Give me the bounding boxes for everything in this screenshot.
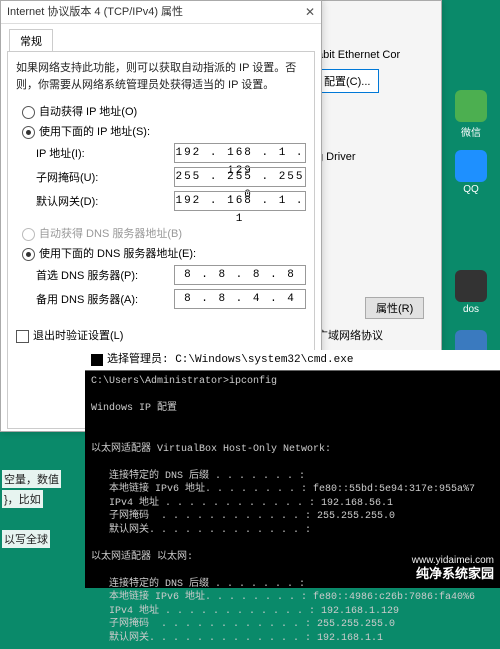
- cmd-titlebar: 选择管理员: C:\Windows\system32\cmd.exe: [85, 350, 500, 371]
- radio-use-ip[interactable]: 使用下面的 IP 地址(S):: [22, 123, 306, 139]
- cmd-output[interactable]: C:\Users\Administrator>ipconfig Windows …: [85, 371, 500, 649]
- bg-text: 以写全球: [2, 530, 50, 548]
- radio-icon: [22, 228, 35, 241]
- dns2-label: 备用 DNS 服务器(A):: [36, 291, 174, 307]
- desktop-icon-dos[interactable]: dos: [450, 270, 492, 315]
- radio-icon: [22, 126, 35, 139]
- qq-icon: [455, 150, 487, 182]
- driver-label: g Driver: [315, 147, 437, 167]
- dns1-input[interactable]: 8 . 8 . 8 . 8: [174, 265, 306, 285]
- tab-general[interactable]: 常规: [9, 29, 53, 52]
- checkbox-icon: [16, 330, 29, 343]
- radio-use-dns[interactable]: 使用下面的 DNS 服务器地址(E):: [22, 245, 306, 261]
- dns2-input[interactable]: 8 . 8 . 4 . 4: [174, 289, 306, 309]
- terminal-icon: [91, 354, 103, 366]
- radio-auto-ip[interactable]: 自动获得 IP 地址(O): [22, 103, 306, 119]
- bg-text: }，比如: [2, 490, 43, 508]
- terminal-icon: [455, 270, 487, 302]
- cmd-window: 选择管理员: C:\Windows\system32\cmd.exe C:\Us…: [85, 350, 500, 588]
- gateway-label: 默认网关(D):: [36, 193, 174, 209]
- dialog-title: Internet 协议版本 4 (TCP/IPv4) 属性: [7, 1, 183, 23]
- gateway-input[interactable]: 192 . 168 . 1 . 1: [174, 191, 306, 211]
- configure-button[interactable]: 配置(C)...: [315, 69, 379, 93]
- mask-input[interactable]: 255 . 255 . 255 . 0: [174, 167, 306, 187]
- cmd-title: 选择管理员: C:\Windows\system32\cmd.exe: [107, 350, 353, 370]
- radio-icon: [22, 106, 35, 119]
- validate-checkbox-row[interactable]: 退出时验证设置(L): [16, 327, 306, 343]
- desktop-icon-qq[interactable]: QQ: [450, 150, 492, 195]
- wan-label: 广域网络协议: [315, 323, 437, 347]
- radio-icon: [22, 248, 35, 261]
- dialog-titlebar: Internet 协议版本 4 (TCP/IPv4) 属性 ✕: [1, 1, 321, 24]
- properties-button[interactable]: 属性(R): [365, 297, 424, 319]
- bg-text: 空量，数值: [2, 470, 61, 488]
- mask-label: 子网掩码(U):: [36, 169, 174, 185]
- adapter-name: abit Ethernet Cor: [315, 45, 437, 65]
- close-icon[interactable]: ✕: [305, 1, 315, 23]
- ip-label: IP 地址(I):: [36, 145, 174, 161]
- radio-auto-dns: 自动获得 DNS 服务器地址(B): [22, 225, 306, 241]
- wechat-icon: [455, 90, 487, 122]
- ip-input[interactable]: 192 . 168 . 1 . 129: [174, 143, 306, 163]
- description-text: 如果网络支持此功能，则可以获取自动指派的 IP 设置。否则，你需要从网络系统管理…: [16, 60, 306, 93]
- watermark-url: www.yidaimei.com: [412, 555, 494, 566]
- desktop-icon-wechat[interactable]: 微信: [450, 90, 492, 139]
- dns1-label: 首选 DNS 服务器(P):: [36, 267, 174, 283]
- adapter-properties-window: abit Ethernet Cor 配置(C)... g Driver 属性(R…: [310, 0, 442, 352]
